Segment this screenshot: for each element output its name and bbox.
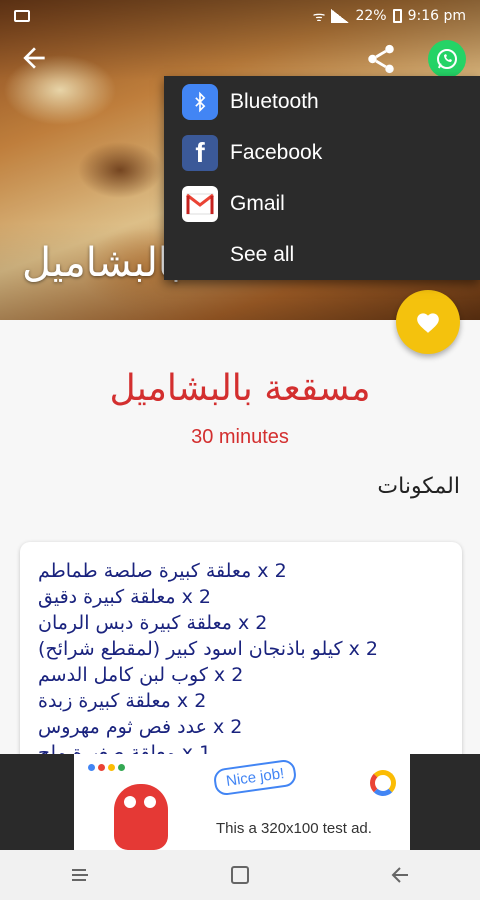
home-button[interactable] [220, 855, 260, 895]
ingredient-item: 2 x معلقة كبيرة زبدة [38, 690, 207, 712]
share-gmail-label: Gmail [230, 191, 285, 215]
home-icon [231, 866, 249, 884]
heart-icon [417, 313, 439, 333]
ingredient-item: 2 x معلقة كبيرة دقيق [38, 586, 212, 608]
share-bluetooth-label: Bluetooth [230, 89, 319, 113]
bluetooth-icon [182, 83, 218, 120]
recipe-title: مسقعة بالبشاميل [109, 368, 371, 409]
share-button[interactable] [364, 42, 398, 76]
cook-time: 30 minutes [191, 426, 289, 448]
ad-dots-icon [88, 764, 125, 771]
back-button[interactable] [18, 42, 50, 74]
share-gmail[interactable]: Gmail [164, 178, 480, 229]
navigation-bar [0, 850, 480, 900]
ad-logo-icon [370, 770, 396, 796]
share-facebook[interactable]: f Facebook [164, 127, 480, 178]
ingredient-item: 2 x معلقة كبيرة دبس الرمان [38, 612, 268, 634]
arrow-back-icon [23, 47, 45, 69]
status-bar: ᯤ 22% 9:16 pm [0, 0, 480, 32]
ingredient-item: 2 x كيلو باذنجان اسود كبير (لمقطع شرائح) [38, 638, 378, 660]
whatsapp-button[interactable] [428, 40, 466, 78]
banner-ad[interactable]: Nice job! This a 320x100 test ad. [74, 754, 410, 850]
message-notification-icon [14, 10, 30, 22]
share-menu: Bluetooth f Facebook Gmail See all [164, 76, 480, 280]
share-facebook-label: Facebook [230, 140, 323, 164]
monster-icon [114, 784, 168, 850]
ingredients-heading: المكونات [377, 474, 460, 499]
gmail-icon [182, 185, 218, 222]
favorite-button[interactable] [396, 290, 460, 354]
clock: 9:16 pm [407, 8, 466, 24]
share-see-all-label: See all [230, 242, 295, 266]
back-nav-button[interactable] [380, 855, 420, 895]
battery-icon [392, 9, 402, 23]
hero-title: بالبشاميل [22, 240, 182, 286]
share-see-all[interactable]: See all [164, 229, 480, 280]
whatsapp-icon [437, 49, 457, 69]
signal-icon [331, 9, 350, 23]
back-nav-icon [391, 867, 408, 883]
recents-icon [72, 869, 88, 881]
ad-badge: Nice job! [212, 758, 298, 797]
ad-text: This a 320x100 test ad. [216, 820, 372, 837]
facebook-icon: f [182, 134, 218, 171]
recents-button[interactable] [60, 855, 100, 895]
battery-level: 22% [355, 8, 387, 24]
ingredient-item: 2 x عدد فص ثوم مهروس [38, 716, 243, 738]
share-bluetooth[interactable]: Bluetooth [164, 76, 480, 127]
share-icon [368, 44, 394, 74]
ingredient-item: 2 x معلقة كبيرة صلصة طماطم [38, 560, 287, 582]
ingredient-item: 2 x كوب لبن كامل الدسم [38, 664, 244, 686]
wifi-icon: ᯤ [312, 8, 326, 25]
